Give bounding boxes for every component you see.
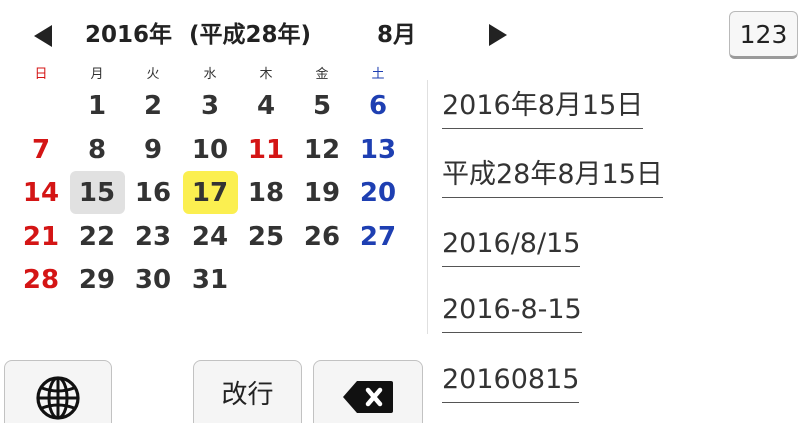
date-format-option[interactable]: 2016年8月15日 — [442, 88, 644, 129]
weekday-thursday: 木 — [259, 67, 273, 82]
calendar-day[interactable]: 13 — [350, 128, 406, 172]
calendar-day[interactable]: 27 — [350, 215, 406, 259]
calendar-day[interactable]: 23 — [125, 215, 181, 259]
calendar-day[interactable]: 5 — [294, 84, 350, 128]
calendar-day[interactable]: 17 — [182, 171, 238, 215]
calendar-day[interactable]: 28 — [13, 258, 69, 302]
globe-icon — [36, 376, 80, 420]
month-label: 8月 — [377, 22, 417, 48]
date-format-option[interactable]: 20160815 — [442, 362, 580, 403]
calendar-day[interactable]: 3 — [182, 84, 238, 128]
calendar-day[interactable]: 7 — [13, 128, 69, 172]
weekday-monday: 月 — [90, 67, 104, 82]
calendar-day[interactable]: 8 — [69, 128, 125, 172]
calendar-day[interactable]: 1 — [69, 84, 125, 128]
calendar-day[interactable]: 24 — [182, 215, 238, 259]
enter-key-label: 改行 — [221, 380, 274, 410]
calendar-day[interactable]: 30 — [125, 258, 181, 302]
divider — [427, 80, 428, 334]
calendar-day[interactable]: 9 — [125, 128, 181, 172]
calendar-day[interactable]: 22 — [69, 215, 125, 259]
next-month-button[interactable] — [489, 24, 507, 46]
calendar-day[interactable]: 2 — [125, 84, 181, 128]
calendar-day[interactable]: 29 — [69, 258, 125, 302]
calendar-day[interactable]: 14 — [13, 171, 69, 215]
calendar-day[interactable]: 18 — [238, 171, 294, 215]
calendar-day[interactable]: 21 — [13, 215, 69, 259]
weekday-wednesday: 水 — [203, 67, 217, 82]
calendar-day[interactable]: 19 — [294, 171, 350, 215]
calendar-day[interactable]: 10 — [182, 128, 238, 172]
weekday-tuesday: 火 — [146, 67, 160, 82]
calendar-day[interactable]: 16 — [125, 171, 181, 215]
calendar-day[interactable]: 15 — [69, 171, 125, 215]
previous-month-button[interactable] — [34, 25, 52, 47]
calendar-day[interactable]: 20 — [350, 171, 406, 215]
year-label: 2016年 — [85, 22, 173, 48]
weekday-saturday: 土 — [371, 67, 385, 82]
calendar-day[interactable]: 12 — [294, 128, 350, 172]
enter-key[interactable]: 改行 — [193, 360, 302, 423]
calendar-day[interactable]: 26 — [294, 215, 350, 259]
weekday-sunday: 日 — [34, 67, 48, 82]
date-format-option[interactable]: 2016-8-15 — [442, 292, 582, 333]
numeric-keyboard-button[interactable]: 123 — [729, 11, 798, 59]
calendar-day[interactable]: 31 — [182, 258, 238, 302]
date-format-option[interactable]: 2016/8/15 — [442, 226, 581, 267]
calendar-day[interactable]: 25 — [238, 215, 294, 259]
backspace-icon — [343, 381, 393, 413]
calendar-day[interactable]: 6 — [350, 84, 406, 128]
globe-key[interactable] — [4, 360, 112, 423]
era-label: (平成28年) — [189, 22, 312, 48]
backspace-key[interactable] — [313, 360, 423, 423]
calendar-day[interactable]: 4 — [238, 84, 294, 128]
date-format-option[interactable]: 平成28年8月15日 — [442, 157, 663, 198]
calendar-day[interactable]: 11 — [238, 128, 294, 172]
weekday-friday: 金 — [315, 67, 329, 82]
